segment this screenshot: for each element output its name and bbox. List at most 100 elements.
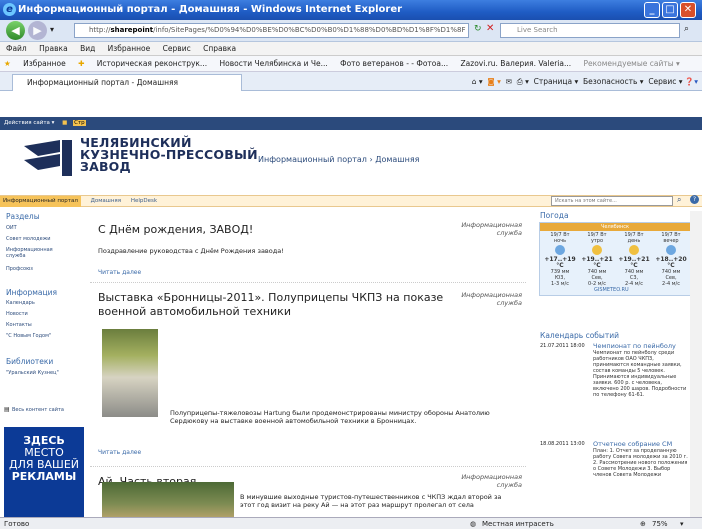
event-desc: План: 1. Отчет за проделанную работу Сов… [593, 448, 688, 478]
calendar-head: Календарь событий [540, 331, 619, 340]
favorite-link-3[interactable]: Фото ветеранов - - Фотоа... [340, 59, 448, 68]
rss-icon[interactable]: ◙ ▾ [487, 77, 500, 86]
ie-logo-icon: e [3, 3, 16, 16]
live-search-input[interactable]: Live Search [500, 23, 680, 38]
favorite-link-5[interactable]: Рекомендуемые сайты ▾ [584, 59, 680, 68]
tab-bar: Информационный портал - Домашняя ⌂ ▾ ◙ ▾… [0, 72, 702, 91]
sidebar-item-news[interactable]: Новости [6, 311, 28, 317]
favorites-bar: ★ Избранное ✚ Историческая реконструк...… [0, 56, 702, 72]
nav-portal[interactable]: Информационный портал [0, 196, 81, 207]
event-desc: Чемпионат по пейнболу среди работников О… [593, 350, 687, 398]
post-author: Информационная служба [461, 221, 522, 237]
address-input[interactable]: http://sharepoint/info/SitePages/%D0%94%… [74, 23, 469, 38]
sidebar-item-contacts[interactable]: Контакты [6, 322, 32, 328]
menu-view[interactable]: Вид [80, 44, 95, 53]
sidebar-item-info-service[interactable]: Информационная служба [6, 247, 56, 259]
zoom-icon[interactable]: ⊕ [640, 518, 646, 529]
read-more-link[interactable]: Читать далее [98, 269, 141, 276]
zoom-level[interactable]: 75% [652, 518, 668, 529]
post-text: В минувшие выходные туристов-путешествен… [240, 493, 502, 509]
vertical-scrollbar[interactable] [690, 211, 702, 517]
tab-active[interactable]: Информационный портал - Домашняя [12, 74, 242, 91]
sidebar-all-content[interactable]: Весь контент сайта [12, 407, 64, 413]
stop-icon[interactable]: ✕ [486, 23, 494, 34]
mail-icon[interactable]: ✉ [506, 77, 512, 86]
zone-text: Местная интрасеть [482, 520, 554, 528]
post-photo[interactable] [102, 482, 234, 517]
globe-icon: ◍ [470, 520, 477, 528]
back-button[interactable]: ◀ [6, 21, 25, 40]
favorites-button[interactable]: Избранное [23, 59, 66, 68]
all-content-icon: ▤ [4, 406, 10, 413]
post-title[interactable]: Выставка «Бронницы-2011». Полуприцепы ЧК… [98, 291, 448, 319]
refresh-icon[interactable]: ↻ [474, 24, 482, 34]
read-more-link[interactable]: Читать далее [98, 449, 141, 456]
gismeteo-link[interactable]: GISMETEO.RU [594, 287, 629, 293]
event-date: 18.08.2011 13:00 [540, 441, 585, 447]
sidebar-item-youth[interactable]: Совет молодежи [6, 236, 50, 242]
zoom-dropdown-icon[interactable]: ▾ [680, 518, 684, 529]
menu-help[interactable]: Справка [203, 44, 236, 53]
weather-col: 19/7 Вт день +19..+21 °C 740 мм С3, 2-4 м/с [618, 232, 650, 287]
menu-favorites[interactable]: Избранное [108, 44, 151, 53]
forward-button[interactable]: ▶ [28, 21, 47, 40]
sidebar-item-oit[interactable]: ОИТ [6, 225, 17, 231]
window-title: Информационный портал - Домашняя - Windo… [18, 4, 403, 15]
event-title[interactable]: Отчетное собрание СМ [593, 441, 688, 448]
edit-page-icon[interactable]: Стр [73, 120, 86, 126]
ad-banner[interactable]: ЗДЕСЬ МЕСТО ДЛЯ ВАШЕЙ РЕКЛАМЫ [4, 427, 84, 517]
breadcrumb[interactable]: Информационный портал › Домашняя [258, 155, 419, 164]
add-favorite-icon[interactable]: ✚ [78, 59, 84, 68]
favorite-link-1[interactable]: Историческая реконструк... [97, 59, 207, 68]
sidebar-item-calendar[interactable]: Календарь [6, 300, 35, 306]
moon-icon [555, 245, 565, 255]
sidebar-item-union[interactable]: Профсоюз [6, 266, 33, 272]
menu-edit[interactable]: Правка [39, 44, 68, 53]
menu-file[interactable]: Файл [6, 44, 27, 53]
sidebar-item-new-year[interactable]: "С Новым Годом" [6, 333, 51, 339]
maximize-button[interactable]: □ [662, 2, 678, 18]
minimize-button[interactable]: _ [644, 2, 660, 18]
event-title[interactable]: Чемпионат по пейнболу [593, 343, 688, 350]
menu-tools[interactable]: Сервис [163, 44, 191, 53]
service-menu[interactable]: Сервис ▾ [648, 77, 682, 86]
org-name: ЧЕЛЯБИНСКИЙ КУЗНЕЧНО-ПРЕССОВЫЙ ЗАВОД [80, 135, 258, 174]
nav-helpdesk[interactable]: HelpDesk [131, 198, 157, 204]
event-item: Чемпионат по пейнболу Чемпионат по пейнб… [593, 343, 688, 399]
close-button[interactable]: ✕ [680, 2, 696, 18]
favorite-link-4[interactable]: Zazovi.ru. Валерия. Valeria... [461, 59, 572, 68]
page-menu[interactable]: Страница ▾ [534, 77, 579, 86]
site-search-input[interactable]: Искать на этом сайте... [551, 196, 673, 206]
search-icon[interactable]: ⌕ [684, 24, 689, 34]
nav-home[interactable]: Домашняя [91, 198, 121, 204]
post-author: Информационная служба [461, 473, 522, 489]
sidebar-info-head: Информация [6, 288, 58, 297]
window-titlebar: e Информационный портал - Домашняя - Win… [0, 0, 702, 20]
print-icon[interactable]: ⎙ ▾ [517, 77, 529, 86]
post-title[interactable]: С Днём рождения, ЗАВОД! [98, 223, 253, 237]
security-menu[interactable]: Безопасность ▾ [583, 77, 644, 86]
company-logo [24, 140, 72, 176]
news-post: С Днём рождения, ЗАВОД! Информационная с… [90, 219, 526, 283]
post-photo[interactable] [102, 329, 158, 417]
favorite-link-2[interactable]: Новости Челябинска и Че... [219, 59, 327, 68]
weather-city: Челябинск [540, 223, 690, 231]
history-dropdown-icon[interactable]: ▾ [50, 25, 54, 34]
weather-col: 19/7 Вт ночь +17..+19 °C 739 мм Ю3, 1-3 м/с [544, 232, 576, 287]
menu-bar: Файл Правка Вид Избранное Сервис Справка [0, 42, 702, 56]
sidebar-lib-head: Библиотеки [6, 357, 54, 366]
sidebar-item-kuznets[interactable]: "Уральский Кузнец" [6, 370, 59, 376]
moon-icon [666, 245, 676, 255]
sharepoint-bar: Действия сайта ▾ ■ Стр [0, 117, 702, 130]
home-icon[interactable]: ⌂ ▾ [472, 77, 483, 86]
status-bar: Готово ◍ Местная интрасеть ⊕ 75% ▾ [0, 517, 702, 529]
command-bar: ⌂ ▾ ◙ ▾ ✉ ⎙ ▾ Страница ▾ Безопасность ▾ … [472, 74, 698, 89]
sun-cloud-icon [592, 245, 602, 255]
help-icon[interactable]: ? [690, 195, 699, 204]
status-text: Готово [4, 520, 30, 528]
help-icon[interactable]: ❓▾ [685, 77, 698, 86]
post-text: Поздравление руководства с Днём Рождения… [98, 247, 284, 255]
navigation-bar: ◀ ▶ ▾ http://sharepoint/info/SitePages/%… [0, 20, 702, 42]
search-icon[interactable]: ⌕ [677, 195, 681, 205]
site-actions-menu[interactable]: Действия сайта ▾ [4, 120, 54, 126]
